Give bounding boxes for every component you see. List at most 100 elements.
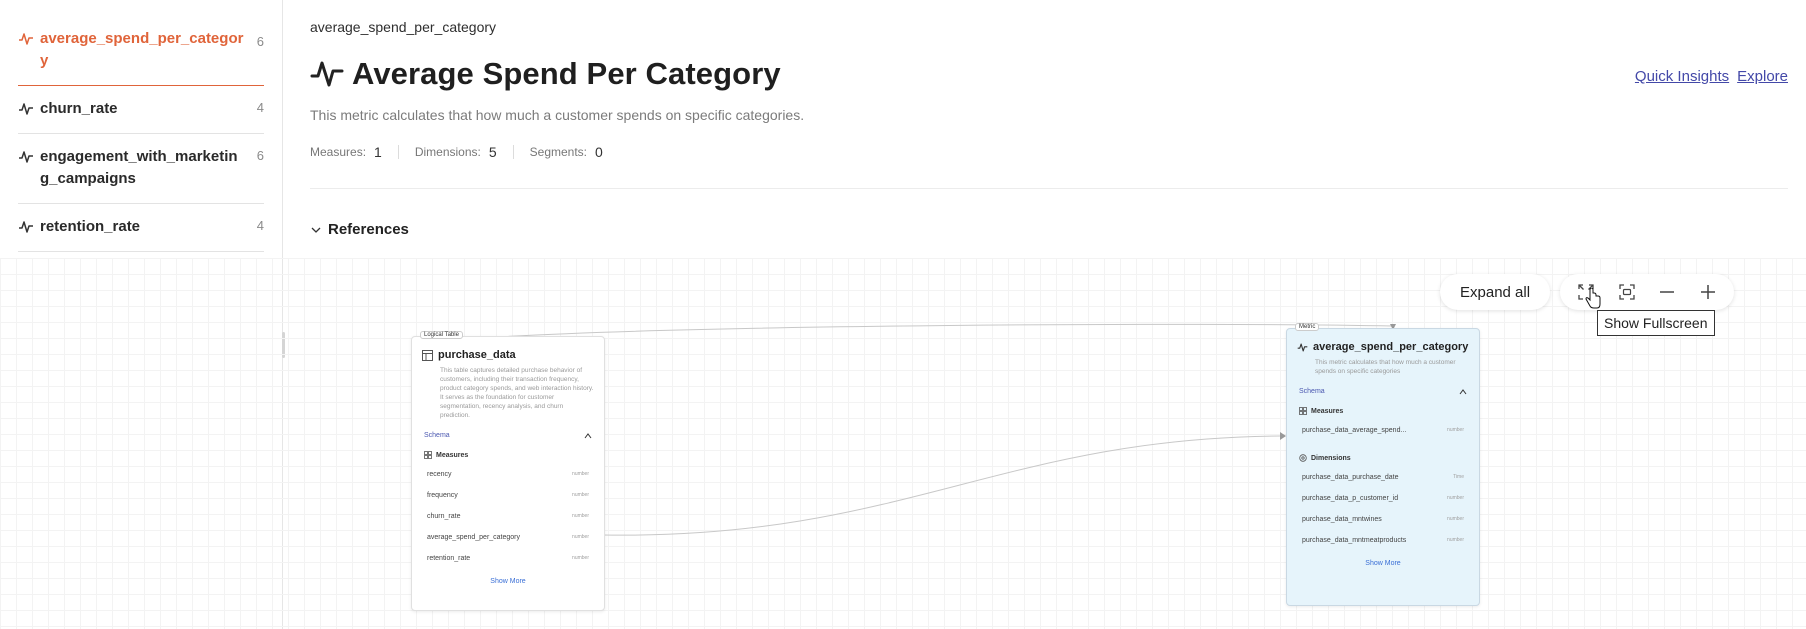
field-row: frequency number	[412, 492, 604, 501]
measures-icon	[1299, 407, 1307, 415]
measures-label: Measures	[436, 451, 469, 459]
fit-view-icon	[1619, 284, 1635, 300]
sidebar-item-average-spend-per-category[interactable]: average_spend_per_category 6	[18, 20, 264, 86]
stat-label: Measures:	[310, 145, 367, 159]
divider	[397, 145, 399, 159]
zoom-in-button[interactable]	[1696, 280, 1720, 304]
stats-bar: Measures: 1 Dimensions: 5 Segments: 0	[310, 144, 603, 160]
field-type: number	[572, 534, 589, 540]
field-row: purchase_data_mntwines number	[1287, 516, 1479, 525]
field-row: purchase_data_average_spend... number	[1287, 427, 1479, 436]
lineage-canvas[interactable]	[0, 258, 1806, 629]
hand-cursor-icon	[1585, 288, 1601, 309]
sidebar-item-count: 6	[256, 34, 264, 49]
node-description: This table captures detailed purchase be…	[440, 367, 594, 419]
sidebar-item-label: engagement_with_marketing_campaigns	[40, 148, 238, 187]
field-type: number	[1447, 495, 1464, 501]
field-name: purchase_data_p_customer_id	[1302, 495, 1399, 502]
field-type: number	[572, 555, 589, 561]
sidebar-item-count: 6	[256, 148, 264, 163]
field-row: purchase_data_purchase_date Time	[1287, 474, 1479, 483]
sidebar-item-churn-rate[interactable]: churn_rate 4	[18, 86, 264, 134]
schema-toggle[interactable]: Schema	[412, 432, 604, 439]
measures-icon	[424, 451, 432, 459]
node-type-tag: Logical Table	[420, 331, 463, 339]
sidebar-item-label: average_spend_per_category	[40, 30, 244, 69]
explore-link[interactable]: Explore	[1737, 68, 1788, 85]
sidebar-item-count: 4	[256, 100, 264, 115]
metric-icon	[310, 61, 344, 87]
references-toggle[interactable]: References	[310, 221, 409, 238]
sidebar-item-label: retention_rate	[40, 218, 141, 235]
chevron-up-icon	[1459, 388, 1467, 394]
sidebar-item-retention-rate[interactable]: retention_rate 4	[18, 204, 264, 252]
expand-all-button[interactable]: Expand all	[1440, 274, 1551, 310]
chevron-up-icon	[584, 432, 592, 438]
stat-dimensions: Dimensions: 5	[415, 144, 497, 160]
node-description: This metric calculates that how much a c…	[1315, 359, 1456, 375]
field-name: purchase_data_mntmeatproducts	[1302, 537, 1407, 544]
metric-icon	[19, 33, 33, 45]
node-type-tag: Metric	[1295, 323, 1320, 331]
field-type: number	[1447, 516, 1464, 522]
sidebar-item-label: churn_rate	[40, 100, 118, 117]
field-name: recency	[427, 471, 452, 478]
field-row: retention_rate number	[412, 555, 604, 564]
stat-value: 1	[374, 144, 382, 160]
page-title-row: Average Spend Per Category	[310, 56, 781, 92]
field-type: number	[1447, 537, 1464, 543]
dimensions-section-header: Dimensions	[1287, 454, 1479, 462]
metric-icon	[1297, 343, 1308, 351]
field-type: number	[572, 471, 589, 477]
dimensions-icon	[1299, 454, 1307, 462]
page-title: Average Spend Per Category	[352, 56, 781, 91]
show-more-button[interactable]: Show More	[412, 578, 604, 585]
stat-value: 0	[595, 144, 603, 160]
show-more-button[interactable]: Show More	[1287, 560, 1479, 567]
field-type: number	[1447, 427, 1464, 433]
references-label: References	[328, 221, 409, 238]
node-header: purchase_data	[412, 337, 604, 361]
chevron-down-icon	[311, 227, 321, 233]
field-name: churn_rate	[427, 513, 461, 520]
schema-toggle[interactable]: Schema	[1287, 388, 1479, 395]
field-row: churn_rate number	[412, 513, 604, 522]
metric-icon	[19, 103, 33, 115]
sidebar-item-engagement-with-marketing-campaigns[interactable]: engagement_with_marketing_campaigns 6	[18, 134, 264, 204]
stat-value: 5	[488, 144, 497, 160]
zoom-out-icon	[1660, 291, 1675, 293]
schema-label: Schema	[1299, 388, 1325, 395]
field-row: purchase_data_p_customer_id number	[1287, 495, 1479, 504]
field-name: frequency	[427, 492, 458, 499]
header-links: Quick Insights Explore	[1635, 68, 1788, 85]
field-name: retention_rate	[427, 555, 471, 562]
dimensions-label: Dimensions	[1311, 454, 1351, 462]
measures-label: Measures	[1311, 407, 1344, 415]
field-row: purchase_data_mntmeatproducts number	[1287, 537, 1479, 546]
schema-label: Schema	[424, 432, 450, 439]
field-name: purchase_data_average_spend...	[1302, 427, 1407, 434]
metric-node[interactable]: Metric average_spend_per_category This m…	[1286, 323, 1480, 606]
divider	[310, 188, 1788, 189]
node-header: average_spend_per_category	[1287, 329, 1479, 353]
stat-label: Segments:	[529, 145, 588, 159]
stat-segments: Segments: 0	[530, 144, 603, 160]
fit-view-button[interactable]	[1615, 280, 1639, 304]
table-icon	[422, 349, 433, 361]
metric-icon	[19, 151, 33, 163]
quick-insights-link[interactable]: Quick Insights	[1635, 68, 1729, 85]
fullscreen-tooltip: Show Fullscreen	[1597, 310, 1715, 336]
breadcrumb: average_spend_per_category	[310, 19, 497, 35]
field-name: purchase_data_purchase_date	[1302, 474, 1399, 481]
logical-table-node[interactable]: Logical Table purchase_data This table c…	[411, 331, 605, 611]
divider	[512, 145, 514, 159]
stat-measures: Measures: 1	[310, 144, 382, 160]
measures-section-header: Measures	[412, 451, 604, 459]
field-row: average_spend_per_category number	[412, 534, 604, 543]
field-name: purchase_data_mntwines	[1302, 516, 1382, 523]
zoom-out-button[interactable]	[1655, 280, 1679, 304]
field-type: Time	[1453, 474, 1464, 480]
node-title: purchase_data	[438, 349, 516, 361]
stat-label: Dimensions:	[414, 145, 481, 159]
field-type: number	[572, 513, 589, 519]
